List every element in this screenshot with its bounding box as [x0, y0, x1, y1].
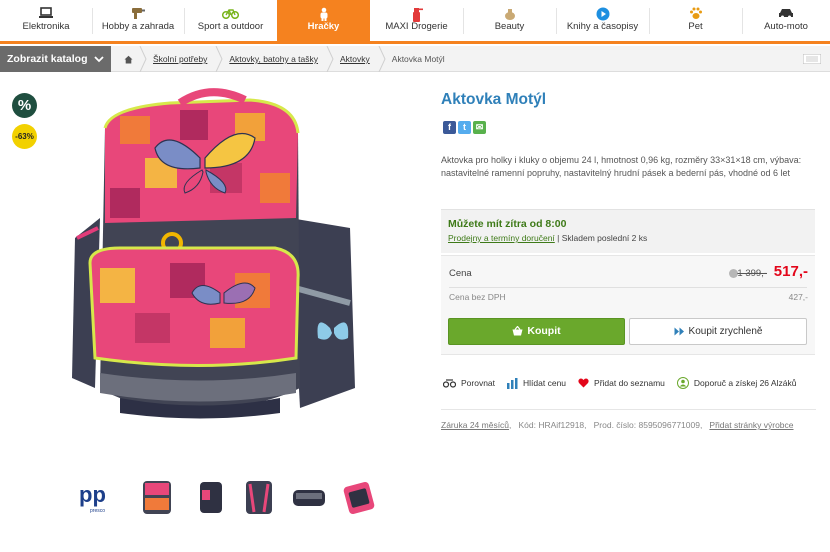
- price-label: Cena: [449, 268, 472, 279]
- brand-logo-text: pp: [79, 482, 106, 507]
- brand-logo-subtext: presco: [90, 508, 105, 514]
- facebook-icon[interactable]: f: [443, 121, 456, 134]
- twitter-icon[interactable]: t: [458, 121, 471, 134]
- heart-icon: [578, 378, 589, 388]
- add-to-list-action[interactable]: Přidat do seznamu: [578, 378, 665, 388]
- laptop-icon: [0, 0, 92, 20]
- scales-icon: [443, 378, 456, 388]
- cosmetics-icon: [463, 0, 556, 20]
- breadcrumb-current: Aktovka Motýl: [391, 54, 445, 64]
- chevron-right-icon: [378, 46, 386, 72]
- product-actions: Porovnat Hlídat cenu Přidat do seznamu D…: [443, 376, 808, 390]
- recommend-icon: [676, 377, 689, 389]
- paw-icon: [649, 0, 742, 20]
- thumbnail-open[interactable]: [340, 478, 378, 516]
- fast-forward-icon: [674, 327, 684, 336]
- home-icon: [124, 56, 133, 64]
- stock-status: Skladem poslední 2 ks: [561, 233, 648, 243]
- grid-view-icon[interactable]: [803, 54, 821, 64]
- discount-badge-icon: %: [12, 93, 37, 118]
- share-buttons: f t ✉: [443, 121, 486, 134]
- nav-item-auto-moto[interactable]: Auto-moto: [742, 0, 830, 41]
- product-description: Aktovka pro holky i kluky o objemu 24 l,…: [441, 155, 802, 178]
- show-catalog-button[interactable]: Zobrazit katalog: [0, 46, 111, 72]
- quick-buy-button[interactable]: Koupit zrychleně: [629, 318, 807, 345]
- breadcrumb: Školní potřeby Aktovky, batohy a tašky A…: [111, 46, 467, 72]
- chevron-right-icon: [326, 46, 334, 72]
- bicycle-icon: [184, 0, 277, 20]
- manufacturer-page-link[interactable]: Přidat stránky výrobce: [709, 420, 793, 430]
- price-divider: [449, 287, 807, 288]
- nav-item-maxi-drogerie[interactable]: MAXI Drogerie: [370, 0, 463, 41]
- nav-item-pet[interactable]: Pet: [649, 0, 742, 41]
- stores-delivery-link[interactable]: Prodejny a termíny doručení: [448, 233, 555, 243]
- original-price: 1 399,-: [737, 268, 767, 279]
- availability-details: Prodejny a termíny doručení | Skladem po…: [448, 233, 648, 243]
- thumbnail-side[interactable]: [192, 478, 230, 516]
- watch-price-action[interactable]: Hlídat cenu: [507, 377, 566, 389]
- price-box: Cena 1 399,- 517,- Cena bez DPH 427,- Ko…: [441, 255, 815, 355]
- spray-bottle-icon: [370, 0, 463, 22]
- chevron-right-icon: [215, 46, 223, 72]
- nav-item-beauty[interactable]: Beauty: [463, 0, 556, 41]
- nav-item-elektronika[interactable]: Elektronika: [0, 0, 92, 41]
- breadcrumb-item-aktovky-batohy-tasky[interactable]: Aktovky, batohy a tašky: [229, 46, 340, 72]
- price-without-vat-label: Cena bez DPH: [449, 292, 506, 302]
- thumbnail-back[interactable]: [240, 478, 278, 516]
- buy-button[interactable]: Koupit: [448, 318, 625, 345]
- breadcrumb-item-aktovky[interactable]: Aktovky: [340, 46, 392, 72]
- price-without-vat-value: 427,-: [788, 292, 808, 302]
- product-code: Kód: HRAif12918: [518, 420, 585, 430]
- delivery-headline: Můžete mít zítra od 8:00: [448, 218, 567, 230]
- drill-icon: [92, 0, 184, 20]
- product-image[interactable]: [60, 88, 380, 424]
- car-icon: [742, 0, 830, 20]
- thumbnail-strip: pp presco: [76, 478, 386, 516]
- thumbnail-bottom[interactable]: [290, 478, 328, 516]
- discount-percent-badge: -63%: [12, 124, 37, 149]
- recommend-action[interactable]: Doporuč a získej 26 Alzáků: [676, 377, 796, 389]
- current-price: 517,-: [773, 263, 808, 280]
- category-nav: Elektronika Hobby a zahrada Sport a outd…: [0, 0, 830, 44]
- play-circle-icon: [556, 0, 649, 21]
- bar-chart-icon: [507, 377, 518, 389]
- nav-item-hobby-zahrada[interactable]: Hobby a zahrada: [92, 0, 184, 41]
- thumbnail-front[interactable]: [138, 478, 176, 516]
- nav-item-sport-outdoor[interactable]: Sport a outdoor: [184, 0, 277, 41]
- availability-box: Můžete mít zítra od 8:00 Prodejny a term…: [441, 209, 815, 253]
- thumbnail-brand-logo[interactable]: pp presco: [76, 478, 114, 516]
- product-title: Aktovka Motýl: [441, 91, 547, 108]
- toy-icon: [277, 0, 370, 21]
- nav-item-knihy-casopisy[interactable]: Knihy a časopisy: [556, 0, 649, 41]
- compare-action[interactable]: Porovnat: [443, 378, 495, 388]
- chevron-right-icon: [139, 46, 147, 72]
- email-icon[interactable]: ✉: [473, 121, 486, 134]
- breadcrumb-bar: Zobrazit katalog Školní potřeby Aktovky,…: [0, 46, 830, 72]
- breadcrumb-item-skolni-potreby[interactable]: Školní potřeby: [153, 46, 229, 72]
- breadcrumb-home[interactable]: [111, 46, 153, 72]
- warranty-link[interactable]: Záruka 24 měsíců: [441, 420, 509, 430]
- nav-item-hracky[interactable]: Hračky: [277, 0, 370, 41]
- chevron-down-icon: [94, 56, 104, 63]
- product-meta: Záruka 24 měsíců, Kód: HRAif12918, Prod.…: [441, 409, 816, 431]
- basket-icon: [512, 326, 523, 336]
- product-number: Prod. číslo: 8595096771009: [593, 420, 700, 430]
